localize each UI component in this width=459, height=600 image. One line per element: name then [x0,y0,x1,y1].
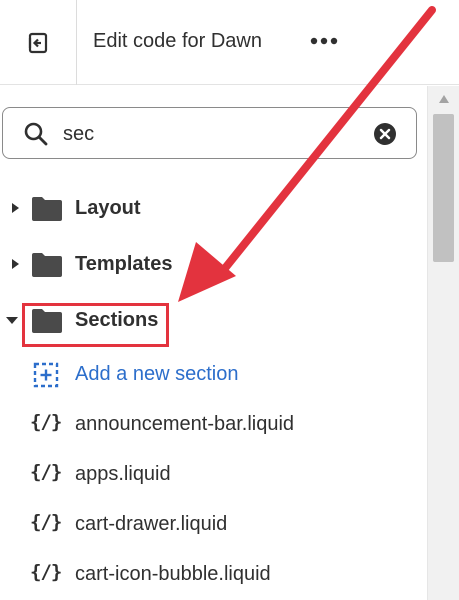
editor-header: Edit code for Dawn [0,0,459,85]
search-icon [24,122,48,146]
clear-search-icon[interactable] [373,122,397,146]
vertical-scrollbar[interactable] [427,86,459,600]
folder-label: Layout [75,197,141,219]
exit-button[interactable] [0,0,77,85]
caret-right-icon[interactable] [8,201,22,215]
exit-icon [28,32,48,53]
file-name: cart-icon-bubble.liquid [75,563,271,585]
caret-right-icon[interactable] [8,257,22,271]
folder-label: Templates [75,253,173,275]
folder-row-templates[interactable]: Templates [0,246,420,282]
liquid-file-icon: {/} [30,461,62,483]
caret-down-icon[interactable] [5,313,19,327]
file-row[interactable]: {/} apps.liquid [0,456,420,492]
add-file-icon [33,362,59,388]
liquid-file-icon: {/} [30,561,62,583]
more-actions-button[interactable] [306,26,342,56]
liquid-file-icon: {/} [30,411,62,433]
add-section-label: Add a new section [75,363,239,385]
folder-icon [32,253,62,277]
folder-icon [32,309,62,333]
search-box [2,107,417,159]
file-row[interactable]: {/} announcement-bar.liquid [0,406,420,442]
file-sidebar: Layout Templates Sections Add a new sect… [0,86,426,600]
folder-label: Sections [75,309,159,331]
folder-row-layout[interactable]: Layout [0,190,420,226]
liquid-file-icon: {/} [30,511,62,533]
search-input[interactable] [63,120,353,148]
file-row[interactable]: {/} cart-drawer.liquid [0,506,420,542]
folder-icon [32,197,62,221]
add-new-section-link[interactable]: Add a new section [0,356,420,392]
scrollbar-thumb[interactable] [433,114,454,262]
folder-row-sections[interactable]: Sections [0,302,420,338]
file-name: cart-drawer.liquid [75,513,228,535]
file-row[interactable]: {/} cart-icon-bubble.liquid [0,556,420,592]
page-title: Edit code for Dawn [93,30,262,52]
file-name: announcement-bar.liquid [75,413,295,435]
ellipsis-icon [310,37,338,45]
file-name: apps.liquid [75,463,171,485]
scroll-up-arrow-icon[interactable] [438,94,450,104]
